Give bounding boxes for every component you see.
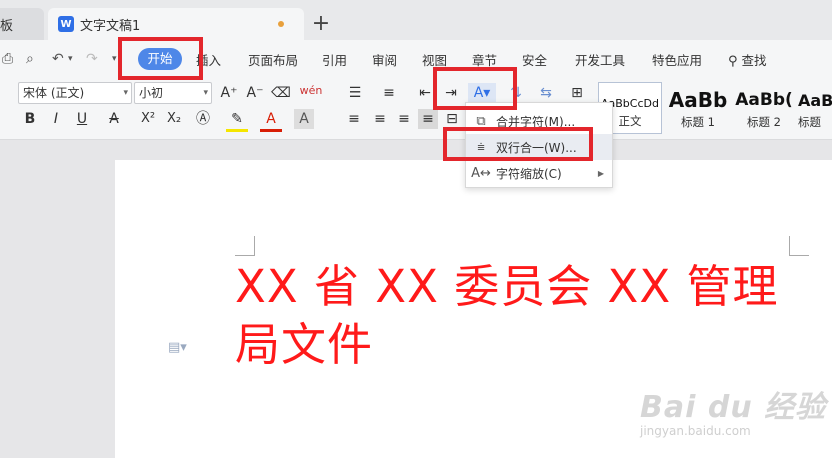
margin-corner-top-right <box>789 236 809 256</box>
numbered-list-icon[interactable]: ≡ <box>378 83 400 103</box>
shrink-font-button[interactable]: A⁻ <box>244 83 266 103</box>
tab-title: 文字文稿1 <box>80 18 141 34</box>
highlight-color-icon[interactable]: ✎ <box>226 109 248 132</box>
distributed-align-icon[interactable]: ⊟ <box>442 109 462 129</box>
font-name-select[interactable]: 宋体 (正文) ▾ <box>18 82 132 104</box>
style-heading-2[interactable]: AaBb( 标题 2 <box>732 82 796 134</box>
char-shading-icon[interactable]: A <box>294 109 314 129</box>
margin-corner-top-left <box>235 236 255 256</box>
clear-format-icon[interactable]: ⌫ <box>270 83 292 103</box>
style-label: 标题 <box>798 115 821 129</box>
print-preview-icon[interactable]: ⌕ <box>26 51 34 67</box>
grow-font-button[interactable]: A⁺ <box>218 83 240 103</box>
menu-item-label: 字符缩放(C) <box>496 166 562 181</box>
menu-special-apps[interactable]: 特色应用 <box>652 50 702 69</box>
justify-icon[interactable]: ≡ <box>418 109 438 129</box>
style-preview: AaBb <box>668 88 728 112</box>
paragraph-handle-icon[interactable]: ▤▾ <box>168 340 187 355</box>
menu-security[interactable]: 安全 <box>522 50 547 69</box>
phonetic-guide-icon[interactable]: wén <box>298 81 324 101</box>
font-size-value: 小初 <box>139 86 164 100</box>
align-left-icon[interactable]: ≡ <box>344 109 364 129</box>
quick-access-more-icon[interactable]: ▾ <box>112 54 117 64</box>
chevron-down-icon: ▾ <box>203 88 208 98</box>
highlight-box-layout-button <box>433 67 517 110</box>
highlight-box-home-tab <box>118 37 203 80</box>
menu-developer[interactable]: 开发工具 <box>575 50 625 69</box>
style-heading-1[interactable]: AaBb 标题 1 <box>666 82 730 134</box>
watermark-url: jingyan.baidu.com <box>640 424 751 438</box>
search-label: 查找 <box>741 53 767 68</box>
font-color-icon[interactable]: A <box>260 109 282 132</box>
font-size-select[interactable]: 小初 ▾ <box>134 82 212 104</box>
align-center-icon[interactable]: ≡ <box>370 109 390 129</box>
strikethrough-button[interactable]: A <box>104 109 124 129</box>
menu-item-char-scale[interactable]: A↔ 字符缩放(C) ▶ <box>466 160 612 186</box>
align-right-icon[interactable]: ≡ <box>394 109 414 129</box>
menu-page-layout[interactable]: 页面布局 <box>248 50 298 69</box>
style-label: 标题 1 <box>681 115 715 129</box>
font-name-value: 宋体 (正文) <box>23 86 85 100</box>
undo-icon[interactable]: ↶ <box>52 51 64 67</box>
italic-button[interactable]: I <box>46 109 66 129</box>
bullet-list-icon[interactable]: ☰ <box>344 83 366 103</box>
watermark: Bai du 经验 jingyan.baidu.com <box>640 372 830 452</box>
char-scale-icon: A↔ <box>471 165 491 181</box>
tab-previous-label: 板 <box>0 18 14 34</box>
underline-button[interactable]: U <box>72 109 92 129</box>
chevron-down-icon: ▾ <box>123 88 128 98</box>
superscript-button[interactable]: X² <box>136 109 160 129</box>
search-icon: ⚲ <box>728 54 738 69</box>
bold-button[interactable]: B <box>20 109 40 129</box>
style-label: 标题 2 <box>747 115 781 129</box>
style-preview: AaBb( <box>735 90 793 110</box>
style-preview: AaB <box>798 91 832 110</box>
home-ribbon: 宋体 (正文) ▾ 小初 ▾ A⁺ A⁻ ⌫ wén B I U A X² X₂… <box>0 76 832 140</box>
borders-icon[interactable]: ⊞ <box>566 83 588 103</box>
submenu-arrow-icon: ▶ <box>597 168 604 178</box>
menu-search[interactable]: ⚲ 查找 <box>728 50 767 69</box>
redo-icon[interactable]: ↷ <box>86 51 98 67</box>
writer-doc-icon: W <box>58 16 74 32</box>
highlight-box-two-lines <box>443 127 593 161</box>
tab-bar: 板 W 文字文稿1 + <box>0 0 832 40</box>
text-effect-icon[interactable]: Ⓐ <box>192 109 214 129</box>
document-body-text[interactable]: XX 省 XX 委员会 XX 管理局文件 <box>235 258 795 374</box>
new-tab-button[interactable]: + <box>310 10 332 38</box>
menu-review[interactable]: 审阅 <box>372 50 397 69</box>
tab-previous[interactable]: 板 <box>0 8 44 40</box>
watermark-logo: Bai du 经验 <box>640 390 827 425</box>
print-icon[interactable]: ⎙ <box>2 51 13 67</box>
unsaved-dot-icon <box>278 21 284 27</box>
menu-references[interactable]: 引用 <box>322 50 347 69</box>
undo-dropdown-icon[interactable]: ▾ <box>68 54 73 64</box>
subscript-button[interactable]: X₂ <box>162 109 186 129</box>
show-marks-icon[interactable]: ⇆ <box>534 83 558 103</box>
style-title[interactable]: AaB 标题 <box>798 82 832 134</box>
tab-active-document[interactable]: W 文字文稿1 <box>48 8 304 40</box>
